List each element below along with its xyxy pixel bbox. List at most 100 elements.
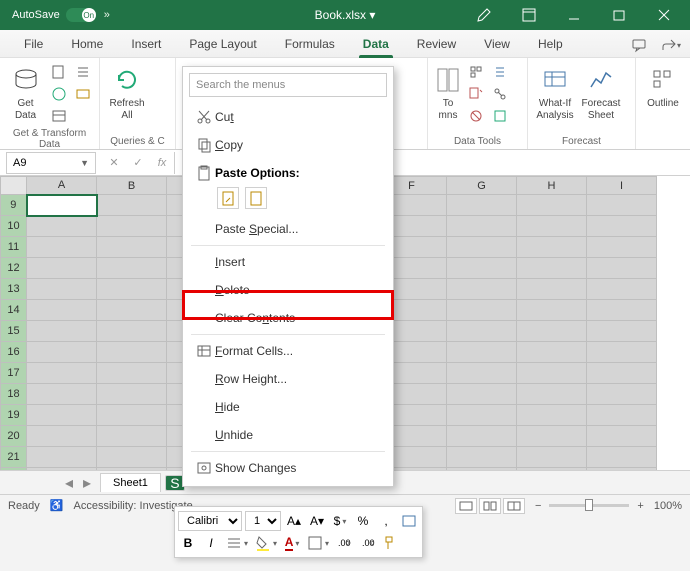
cell[interactable] bbox=[447, 426, 517, 447]
quick-edit-icon[interactable] bbox=[461, 0, 506, 30]
cell[interactable] bbox=[587, 279, 657, 300]
cell[interactable] bbox=[587, 195, 657, 216]
cell[interactable] bbox=[517, 342, 587, 363]
cell[interactable] bbox=[97, 468, 167, 471]
currency-button[interactable]: $▾ bbox=[330, 511, 350, 531]
cell[interactable] bbox=[517, 426, 587, 447]
zoom-slider[interactable] bbox=[549, 504, 629, 507]
zoom-out-button[interactable]: − bbox=[535, 500, 541, 512]
zoom-thumb[interactable] bbox=[585, 499, 593, 511]
cell[interactable] bbox=[587, 216, 657, 237]
cell[interactable] bbox=[27, 237, 97, 258]
remove-dup-icon[interactable] bbox=[466, 84, 486, 104]
percent-button[interactable]: % bbox=[353, 511, 373, 531]
cell[interactable] bbox=[587, 384, 657, 405]
cell[interactable] bbox=[587, 237, 657, 258]
sheet-nav-next-icon[interactable]: ▸ bbox=[78, 474, 96, 492]
font-select[interactable]: Calibri bbox=[178, 511, 242, 531]
cancel-icon[interactable]: ✕ bbox=[102, 152, 126, 174]
cell[interactable] bbox=[27, 447, 97, 468]
maximize-button[interactable] bbox=[596, 0, 641, 30]
cell[interactable] bbox=[97, 342, 167, 363]
tab-data[interactable]: Data bbox=[349, 31, 403, 57]
enter-icon[interactable]: ✓ bbox=[126, 152, 150, 174]
cell[interactable] bbox=[517, 216, 587, 237]
row-header[interactable]: 16 bbox=[1, 342, 27, 363]
row-header[interactable]: 15 bbox=[1, 321, 27, 342]
cell[interactable] bbox=[27, 216, 97, 237]
context-show-changes[interactable]: Show Changes bbox=[183, 454, 393, 482]
cell[interactable] bbox=[27, 300, 97, 321]
cell[interactable] bbox=[587, 426, 657, 447]
cell[interactable] bbox=[587, 363, 657, 384]
row-header[interactable]: 17 bbox=[1, 363, 27, 384]
bold-button[interactable]: B bbox=[178, 533, 198, 553]
context-format-cells[interactable]: Format Cells... bbox=[183, 337, 393, 365]
cell[interactable] bbox=[447, 342, 517, 363]
zoom-in-button[interactable]: + bbox=[637, 500, 643, 512]
cell[interactable] bbox=[27, 258, 97, 279]
paste-values-icon[interactable] bbox=[245, 187, 267, 209]
cell[interactable] bbox=[587, 468, 657, 471]
cell[interactable] bbox=[517, 363, 587, 384]
minimize-button[interactable] bbox=[551, 0, 596, 30]
row-header[interactable]: 10 bbox=[1, 216, 27, 237]
cell[interactable] bbox=[517, 447, 587, 468]
decrease-font-button[interactable]: A▾ bbox=[307, 511, 327, 531]
italic-button[interactable]: I bbox=[201, 533, 221, 553]
cell[interactable] bbox=[447, 405, 517, 426]
view-normal-icon[interactable] bbox=[455, 498, 477, 514]
relationships-icon[interactable] bbox=[490, 84, 510, 104]
increase-font-button[interactable]: A▴ bbox=[284, 511, 304, 531]
sheet-nav-prev-icon[interactable]: ◂ bbox=[60, 474, 78, 492]
cell[interactable] bbox=[447, 279, 517, 300]
get-data-button[interactable]: Get Data bbox=[6, 62, 45, 124]
context-insert[interactable]: Insert bbox=[183, 248, 393, 276]
select-all-corner[interactable] bbox=[1, 177, 27, 195]
tab-page-layout[interactable]: Page Layout bbox=[175, 31, 270, 57]
context-row-height[interactable]: Row Height... bbox=[183, 365, 393, 393]
cell[interactable] bbox=[517, 405, 587, 426]
context-search-input[interactable]: Search the menus bbox=[189, 73, 387, 97]
format-painter-button[interactable] bbox=[380, 533, 400, 553]
cell[interactable] bbox=[517, 195, 587, 216]
cell[interactable] bbox=[587, 342, 657, 363]
cell[interactable] bbox=[587, 321, 657, 342]
col-header[interactable]: B bbox=[97, 177, 167, 195]
document-title[interactable]: Book.xlsx ▾ bbox=[315, 8, 376, 22]
accessibility-icon[interactable]: ♿ bbox=[50, 499, 64, 512]
tab-file[interactable]: File bbox=[10, 31, 57, 57]
col-header[interactable]: A bbox=[27, 177, 97, 195]
cell[interactable] bbox=[447, 258, 517, 279]
cell[interactable] bbox=[27, 426, 97, 447]
cell[interactable] bbox=[447, 216, 517, 237]
cell[interactable] bbox=[587, 447, 657, 468]
cell[interactable] bbox=[27, 363, 97, 384]
from-table-icon[interactable] bbox=[49, 106, 69, 126]
paste-default-icon[interactable] bbox=[217, 187, 239, 209]
zoom-level[interactable]: 100% bbox=[654, 500, 682, 512]
cell[interactable] bbox=[517, 321, 587, 342]
col-header[interactable]: I bbox=[587, 177, 657, 195]
from-text-icon[interactable] bbox=[49, 62, 69, 82]
cell[interactable] bbox=[447, 300, 517, 321]
cell[interactable] bbox=[447, 468, 517, 471]
fx-icon[interactable]: fx bbox=[150, 152, 174, 174]
context-cut[interactable]: Cut bbox=[183, 103, 393, 131]
from-web-icon[interactable] bbox=[49, 84, 69, 104]
cell[interactable] bbox=[517, 384, 587, 405]
row-header[interactable]: 11 bbox=[1, 237, 27, 258]
cell[interactable] bbox=[97, 321, 167, 342]
cell[interactable] bbox=[447, 384, 517, 405]
cell[interactable] bbox=[97, 447, 167, 468]
context-copy[interactable]: Copy bbox=[183, 131, 393, 159]
recent-sources-icon[interactable] bbox=[73, 62, 93, 82]
col-header[interactable]: G bbox=[447, 177, 517, 195]
cell[interactable] bbox=[97, 216, 167, 237]
flash-fill-icon[interactable] bbox=[466, 62, 486, 82]
cell[interactable] bbox=[97, 258, 167, 279]
name-box[interactable]: A9 ▼ bbox=[6, 152, 96, 174]
cell[interactable] bbox=[587, 300, 657, 321]
cell[interactable] bbox=[517, 258, 587, 279]
decrease-decimal-button[interactable]: .00 bbox=[334, 533, 354, 553]
